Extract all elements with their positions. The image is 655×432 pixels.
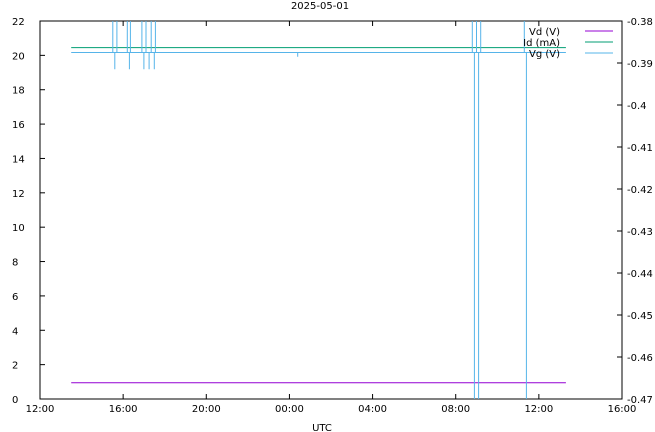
plot-area xyxy=(71,21,566,399)
x-tick-label: 04:00 xyxy=(358,404,387,415)
legend-label-1: Id (mA) xyxy=(523,38,560,49)
y-tick-label: 18 xyxy=(12,86,25,97)
y-tick-label: 22 xyxy=(12,17,25,28)
legend: Vd (V)Id (mA)Vg (V) xyxy=(523,27,613,60)
y-tick-label: 0 xyxy=(12,395,18,406)
y-tick-label: 20 xyxy=(12,51,25,62)
y2-tick-label: -0.41 xyxy=(627,143,653,154)
plot-frame xyxy=(39,20,623,400)
legend-label-2: Vg (V) xyxy=(529,49,560,60)
x-tick-label: 16:00 xyxy=(109,404,138,415)
x-tick-label: 20:00 xyxy=(192,404,221,415)
chart-svg: 12:00 16:00 20:00 00:00 04:00 08:00 12:00 16:00… xyxy=(12,1,653,432)
y2-tick-label: -0.46 xyxy=(627,353,653,364)
y-tick-label: 6 xyxy=(12,292,18,303)
x-tick-label: 08:00 xyxy=(441,404,470,415)
chart-root: 12:00 16:00 20:00 00:00 04:00 08:00 12:00 16:00… xyxy=(0,0,655,432)
y2-tick-label: -0.45 xyxy=(627,311,653,322)
y-tick-label: 10 xyxy=(12,223,25,234)
x-axis-label: UTC xyxy=(312,423,332,432)
y-tick-label: 4 xyxy=(12,326,18,337)
y2-tick-label: -0.4 xyxy=(627,101,647,112)
y2-tick-label: -0.39 xyxy=(627,59,653,70)
y-tick-label: 16 xyxy=(12,120,25,131)
y-tick-label: 14 xyxy=(12,154,25,165)
legend-label-0: Vd (V) xyxy=(529,27,560,38)
chart-title: 2025-05-01 xyxy=(291,1,349,12)
y2-tick-label: -0.43 xyxy=(627,227,653,238)
x-tick-label: 12:00 xyxy=(26,404,55,415)
x-tick-label: 12:00 xyxy=(524,404,553,415)
x-tick-label: 00:00 xyxy=(275,404,304,415)
y-tick-label: 2 xyxy=(12,361,18,372)
y2-tick-label: -0.38 xyxy=(627,17,653,28)
y2-tick-label: -0.47 xyxy=(627,395,653,406)
y2-tick-label: -0.42 xyxy=(627,185,653,196)
y-tick-label: 12 xyxy=(12,189,25,200)
y2-tick-label: -0.44 xyxy=(627,269,653,280)
series-line-2 xyxy=(71,21,566,399)
y-tick-label: 8 xyxy=(12,258,18,269)
